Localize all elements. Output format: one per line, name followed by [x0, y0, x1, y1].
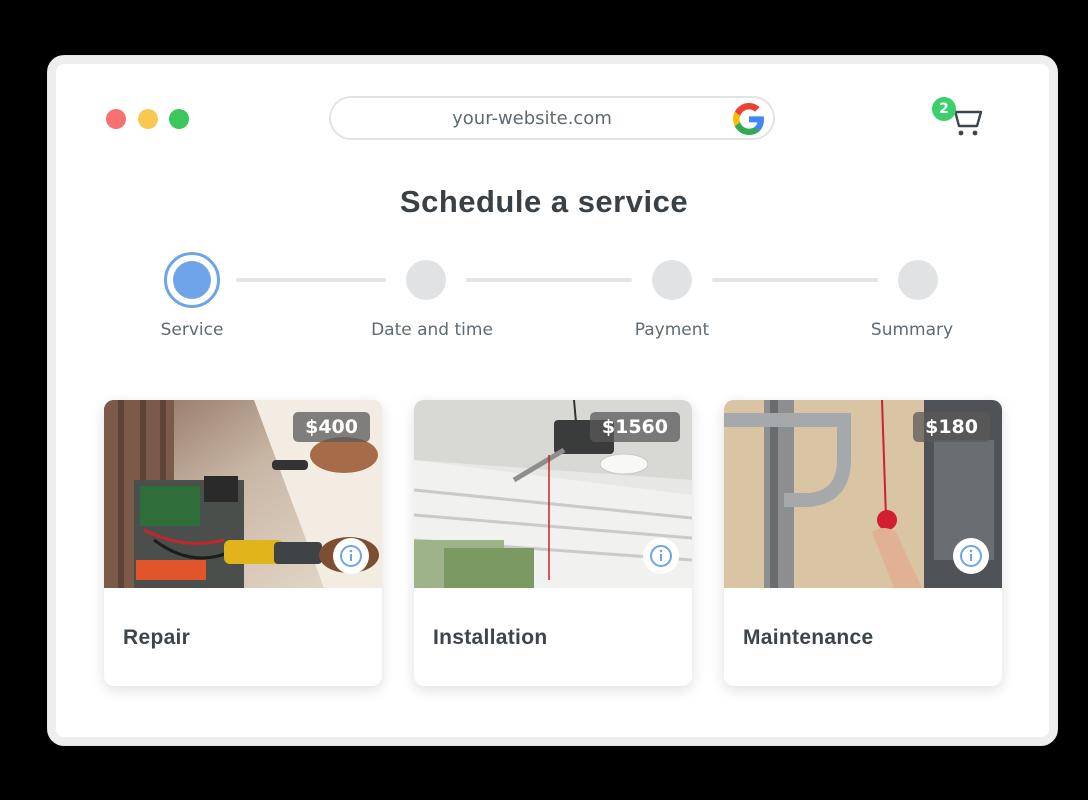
step-connector [236, 278, 386, 282]
minimize-window-dot[interactable] [138, 109, 158, 129]
step-label-date-and-time[interactable]: Date and time [342, 320, 522, 340]
address-bar[interactable]: your-website.com [329, 96, 775, 140]
page-title: Schedule a service [399, 184, 689, 219]
google-icon [733, 103, 764, 135]
step-connector [712, 278, 878, 282]
step-label-payment[interactable]: Payment [582, 320, 762, 340]
service-name: Installation [433, 626, 548, 649]
price-tag: $180 [913, 412, 990, 442]
service-name: Repair [123, 626, 191, 649]
maximize-window-dot[interactable] [169, 109, 189, 129]
step-indicator-payment[interactable] [652, 260, 692, 300]
info-icon [960, 545, 982, 567]
info-button[interactable] [643, 538, 679, 574]
price-tag: $1560 [589, 412, 680, 442]
step-connector [466, 278, 632, 282]
close-window-dot[interactable] [106, 109, 126, 129]
step-indicator-summary[interactable] [898, 260, 938, 300]
service-card-repair[interactable]: $400 Repair [104, 400, 382, 686]
info-icon [650, 545, 672, 567]
step-indicator-service[interactable] [164, 252, 220, 308]
info-icon [340, 545, 362, 567]
price-tag: $400 [293, 412, 370, 442]
service-card-maintenance[interactable]: $180 Maintenance [724, 400, 1002, 686]
service-card-installation[interactable]: $1560 Installation [414, 400, 692, 686]
cart-count-badge: 2 [932, 97, 956, 121]
step-indicator-date-and-time[interactable] [406, 260, 446, 300]
url-text: your-website.com [452, 107, 612, 129]
step-label-service[interactable]: Service [102, 320, 282, 340]
step-label-summary[interactable]: Summary [822, 320, 1002, 340]
info-button[interactable] [953, 538, 989, 574]
info-button[interactable] [333, 538, 369, 574]
cart-button[interactable]: 2 [932, 97, 988, 141]
service-name: Maintenance [743, 626, 874, 649]
